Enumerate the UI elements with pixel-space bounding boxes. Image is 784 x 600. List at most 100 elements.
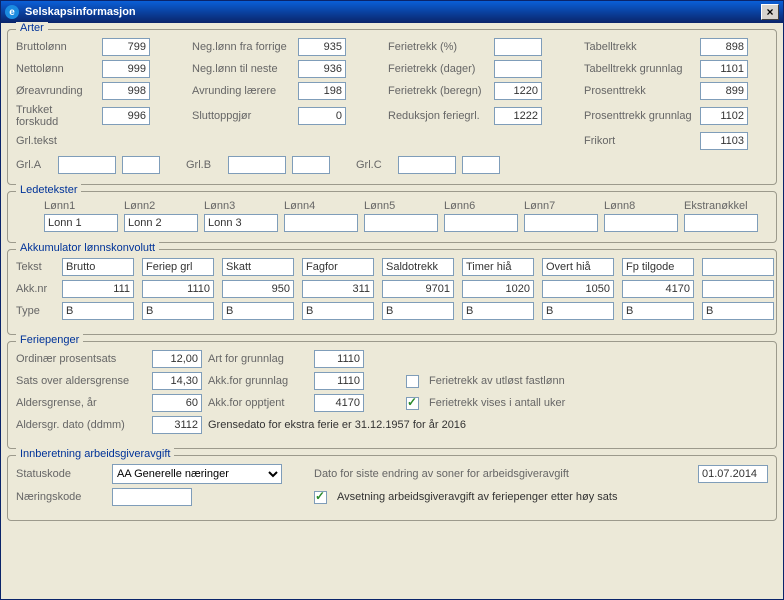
prosenttrekk-gr-input[interactable] bbox=[700, 107, 748, 125]
ft-beregn-label: Ferietrekk (beregn) bbox=[388, 85, 488, 97]
neg-forrige-input[interactable] bbox=[298, 38, 346, 56]
akk-tekst-2[interactable] bbox=[142, 258, 214, 276]
akk-type-3[interactable] bbox=[222, 302, 294, 320]
inn-status-lbl: Statuskode bbox=[16, 468, 106, 480]
akk-tekst-4[interactable] bbox=[302, 258, 374, 276]
akk-type-7[interactable] bbox=[542, 302, 614, 320]
titlebar: e Selskapsinformasjon × bbox=[1, 1, 783, 23]
akk-type-9[interactable] bbox=[702, 302, 774, 320]
sluttopp-input[interactable] bbox=[298, 107, 346, 125]
neg-neste-input[interactable] bbox=[298, 60, 346, 78]
akk-tekst-3[interactable] bbox=[222, 258, 294, 276]
ft-pst-label: Ferietrekk (%) bbox=[388, 41, 488, 53]
lede-hdr-7: Lønn7 bbox=[524, 200, 600, 212]
akk-tekst-8[interactable] bbox=[622, 258, 694, 276]
tabelltrekk-input[interactable] bbox=[700, 38, 748, 56]
grlc-input-1[interactable] bbox=[398, 156, 456, 174]
fp-akkgr-input[interactable] bbox=[314, 372, 364, 390]
group-inn-legend: Innberetning arbeidsgiveravgift bbox=[16, 448, 174, 460]
tabelltrekk-gr-label: Tabelltrekk grunnlag bbox=[584, 63, 694, 75]
avrund-input[interactable] bbox=[298, 82, 346, 100]
akk-tekst-lbl: Tekst bbox=[16, 261, 56, 273]
trukket-label: Trukket forskudd bbox=[16, 104, 96, 128]
inn-dato-lbl: Dato for siste endring av soner for arbe… bbox=[314, 468, 569, 480]
inn-naering-input[interactable] bbox=[112, 488, 192, 506]
oreavrunding-label: Øreavrunding bbox=[16, 85, 96, 97]
lede-input-3[interactable] bbox=[204, 214, 278, 232]
bruttolonn-input[interactable] bbox=[102, 38, 150, 56]
trukket-input[interactable] bbox=[102, 107, 150, 125]
nettolonn-input[interactable] bbox=[102, 60, 150, 78]
akk-tekst-7[interactable] bbox=[542, 258, 614, 276]
lede-input-6[interactable] bbox=[444, 214, 518, 232]
nettolonn-label: Nettolønn bbox=[16, 63, 96, 75]
lede-input-4[interactable] bbox=[284, 214, 358, 232]
lede-input-1[interactable] bbox=[44, 214, 118, 232]
lede-input-8[interactable] bbox=[604, 214, 678, 232]
ft-beregn-input[interactable] bbox=[494, 82, 542, 100]
lede-input-2[interactable] bbox=[124, 214, 198, 232]
akk-nr-5[interactable] bbox=[382, 280, 454, 298]
inn-status-select[interactable]: AA Generelle næringer bbox=[112, 464, 282, 484]
lede-hdr-5: Lønn5 bbox=[364, 200, 440, 212]
prosenttrekk-gr-label: Prosenttrekk grunnlag bbox=[584, 110, 694, 122]
akk-type-4[interactable] bbox=[302, 302, 374, 320]
akk-type-1[interactable] bbox=[62, 302, 134, 320]
akk-nr-3[interactable] bbox=[222, 280, 294, 298]
fp-dato-lbl: Aldersgr. dato (ddmm) bbox=[16, 419, 146, 431]
ft-dager-label: Ferietrekk (dager) bbox=[388, 63, 488, 75]
oreavrunding-input[interactable] bbox=[102, 82, 150, 100]
akk-nr-4[interactable] bbox=[302, 280, 374, 298]
fp-alder-input[interactable] bbox=[152, 394, 202, 412]
fp-ord-lbl: Ordinær prosentsats bbox=[16, 353, 146, 365]
akk-nr-8[interactable] bbox=[622, 280, 694, 298]
akk-nr-2[interactable] bbox=[142, 280, 214, 298]
app-window: e Selskapsinformasjon × Arter Bruttolønn… bbox=[0, 0, 784, 600]
fp-chk1[interactable] bbox=[406, 375, 419, 388]
akk-nr-6[interactable] bbox=[462, 280, 534, 298]
akk-nr-7[interactable] bbox=[542, 280, 614, 298]
fp-grense: Grensedato for ekstra ferie er 31.12.195… bbox=[208, 419, 466, 431]
akk-type-5[interactable] bbox=[382, 302, 454, 320]
akk-tekst-6[interactable] bbox=[462, 258, 534, 276]
inn-chk[interactable] bbox=[314, 491, 327, 504]
tabelltrekk-gr-input[interactable] bbox=[700, 60, 748, 78]
fp-dato-input[interactable] bbox=[152, 416, 202, 434]
akk-type-lbl: Type bbox=[16, 305, 56, 317]
grlc-input-2[interactable] bbox=[462, 156, 500, 174]
fp-ord-input[interactable] bbox=[152, 350, 202, 368]
akk-type-6[interactable] bbox=[462, 302, 534, 320]
red-input[interactable] bbox=[494, 107, 542, 125]
content: Arter Bruttolønn Neg.lønn fra forrige Fe… bbox=[1, 23, 783, 533]
lede-input-7[interactable] bbox=[524, 214, 598, 232]
akk-tekst-9[interactable] bbox=[702, 258, 774, 276]
lede-input-9[interactable] bbox=[684, 214, 758, 232]
fp-chk2[interactable] bbox=[406, 397, 419, 410]
grlb-input-2[interactable] bbox=[292, 156, 330, 174]
inn-dato-input[interactable] bbox=[698, 465, 768, 483]
lede-hdr-6: Lønn6 bbox=[444, 200, 520, 212]
bruttolonn-label: Bruttolønn bbox=[16, 41, 96, 53]
lede-hdr-8: Lønn8 bbox=[604, 200, 680, 212]
fp-art-input[interactable] bbox=[314, 350, 364, 368]
grla-input-1[interactable] bbox=[58, 156, 116, 174]
akk-nr-9[interactable] bbox=[702, 280, 774, 298]
akk-type-8[interactable] bbox=[622, 302, 694, 320]
close-button[interactable]: × bbox=[761, 4, 779, 20]
grla-input-2[interactable] bbox=[122, 156, 160, 174]
lede-hdr-9: Ekstranøkkel bbox=[684, 200, 760, 212]
prosenttrekk-input[interactable] bbox=[700, 82, 748, 100]
lede-input-5[interactable] bbox=[364, 214, 438, 232]
akk-tekst-1[interactable] bbox=[62, 258, 134, 276]
grlb-input-1[interactable] bbox=[228, 156, 286, 174]
frikort-input[interactable] bbox=[700, 132, 748, 150]
akk-tekst-5[interactable] bbox=[382, 258, 454, 276]
fp-sats-input[interactable] bbox=[152, 372, 202, 390]
akk-type-2[interactable] bbox=[142, 302, 214, 320]
ft-dager-input[interactable] bbox=[494, 60, 542, 78]
fp-akkop-input[interactable] bbox=[314, 394, 364, 412]
group-fp-legend: Feriepenger bbox=[16, 334, 83, 346]
akk-nr-1[interactable] bbox=[62, 280, 134, 298]
ft-pst-input[interactable] bbox=[494, 38, 542, 56]
fp-chk1-lbl: Ferietrekk av utløst fastlønn bbox=[429, 375, 565, 387]
